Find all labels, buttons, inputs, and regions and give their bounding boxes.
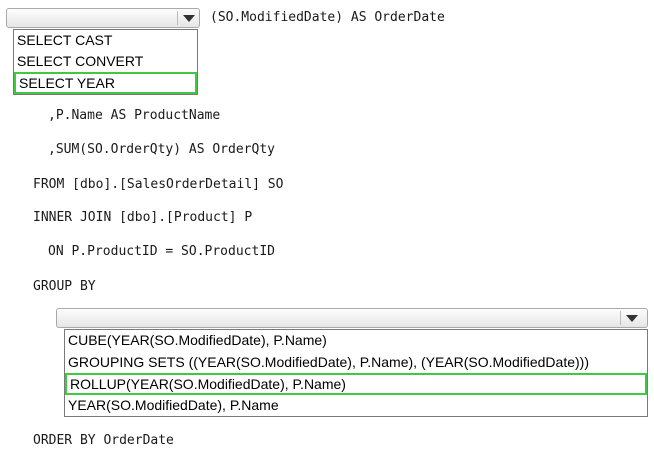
code-line-order: ORDER BY OrderDate (33, 433, 174, 448)
option-rollup[interactable]: ROLLUP(YEAR(SO.ModifiedDate), P.Name) (65, 373, 647, 395)
dropdown-separator (177, 11, 178, 25)
chevron-down-icon[interactable] (626, 315, 638, 322)
group-by-listbox[interactable]: CUBE(YEAR(SO.ModifiedDate), P.Name) GROU… (64, 329, 648, 417)
code-line-on: ON P.ProductID = SO.ProductID (48, 244, 275, 259)
chevron-down-icon[interactable] (183, 15, 195, 22)
code-line-group: GROUP BY (33, 279, 96, 294)
code-line-sum: ,SUM(SO.OrderQty) AS OrderQty (48, 142, 275, 157)
option-select-convert[interactable]: SELECT CONVERT (14, 51, 197, 73)
option-cube[interactable]: CUBE(YEAR(SO.ModifiedDate), P.Name) (65, 330, 647, 352)
select-line-suffix: (SO.ModifiedDate) AS OrderDate (210, 10, 445, 25)
dropdown-separator (620, 311, 621, 325)
option-year-name[interactable]: YEAR(SO.ModifiedDate), P.Name (65, 395, 647, 417)
group-by-dropdown[interactable] (56, 308, 648, 328)
select-function-dropdown[interactable] (6, 8, 200, 28)
option-select-year[interactable]: SELECT YEAR (14, 72, 197, 94)
option-grouping-sets[interactable]: GROUPING SETS ((YEAR(SO.ModifiedDate), P… (65, 352, 647, 374)
select-function-listbox[interactable]: SELECT CAST SELECT CONVERT SELECT YEAR (13, 29, 198, 95)
code-line-from: FROM [dbo].[SalesOrderDetail] SO (33, 177, 284, 192)
code-line-join: INNER JOIN [dbo].[Product] P (33, 210, 253, 225)
option-select-cast[interactable]: SELECT CAST (14, 30, 197, 52)
code-line-product: ,P.Name AS ProductName (48, 108, 221, 123)
